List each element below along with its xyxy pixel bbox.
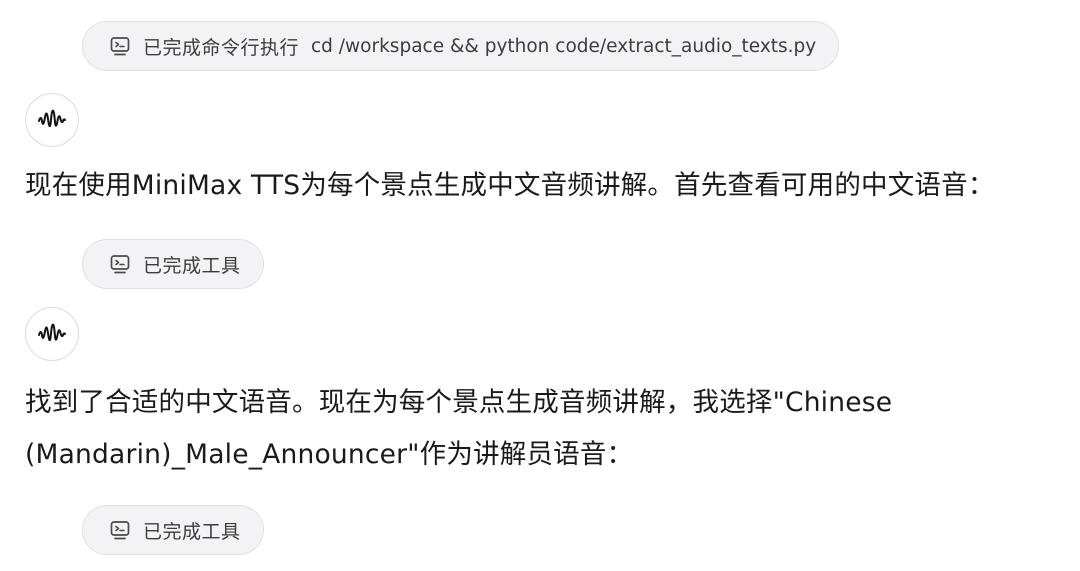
assistant-message: 找到了合适的中文语音。现在为每个景点生成音频讲解，我选择"Chinese (Ma… xyxy=(25,377,1060,481)
command-text: cd /workspace && python code/extract_aud… xyxy=(311,35,817,57)
assistant-avatar xyxy=(25,93,79,147)
tool-status-pill-command[interactable]: 已完成命令行执行 cd /workspace && python code/ex… xyxy=(82,21,840,71)
tool-status-label: 已完成工具 xyxy=(143,254,241,277)
assistant-message-line-1: 找到了合适的中文语音。现在为每个景点生成音频讲解，我选择"Chinese xyxy=(25,387,893,418)
terminal-icon xyxy=(110,255,130,274)
tool-status-label: 已完成命令行执行 xyxy=(143,36,300,59)
terminal-icon xyxy=(110,521,130,540)
terminal-icon xyxy=(110,37,130,56)
tool-status-label: 已完成工具 xyxy=(143,520,241,543)
tool-status-pill[interactable]: 已完成工具 xyxy=(82,505,264,555)
waveform-logo-icon xyxy=(38,323,66,342)
assistant-message-text: 现在使用MiniMax TTS为每个景点生成中文音频讲解。首先查看可用的中文语音… xyxy=(25,170,995,201)
assistant-message-line-2: (Mandarin)_Male_Announcer"作为讲解员语音： xyxy=(25,439,634,470)
waveform-logo-icon xyxy=(38,109,66,128)
assistant-message: 现在使用MiniMax TTS为每个景点生成中文音频讲解。首先查看可用的中文语音… xyxy=(25,160,1060,212)
tool-status-pill[interactable]: 已完成工具 xyxy=(82,239,264,289)
assistant-avatar xyxy=(25,307,79,361)
